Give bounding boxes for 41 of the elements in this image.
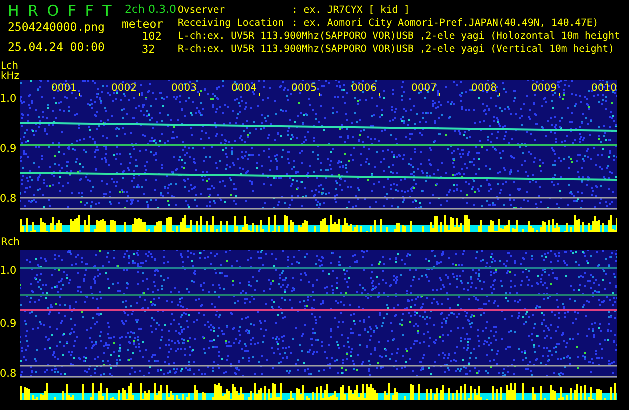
frequency-label: 0.9	[0, 319, 17, 330]
channel-name: Lch	[1, 62, 18, 72]
meteor-count: 32	[142, 44, 156, 56]
time-label: 0010	[592, 83, 617, 94]
info-value: : ex. Aomori City Aomori-Pref.JAPAN(40.49N, 140.47E)	[292, 17, 599, 30]
tick-mark	[79, 93, 80, 96]
frequency-label: 0.8	[0, 369, 17, 380]
file-name: 2504240000.png	[8, 20, 106, 34]
frequency-label: 1.0	[0, 266, 17, 277]
channel-info: L-ch:ex. UV5R 113.900Mhz(SAPPORO VOR)USB ,2-ele yagi (Holozontal 10m height	[178, 30, 620, 43]
time-label: 0005	[292, 83, 317, 94]
time-label: 0004	[232, 83, 257, 94]
info-label: Ovserver	[178, 4, 226, 17]
channel-info: R-ch:ex. UV5R 113.900Mhz(SAPPORO VOR)USB ,2-ele yagi (Vertical 10m height)	[178, 43, 614, 56]
meteor-count: 102	[142, 31, 162, 44]
app-title: H R O F F T	[8, 3, 113, 20]
info-label: Receiving Location	[178, 17, 286, 30]
date-time: 25.04.24 00:00	[8, 40, 106, 54]
frequency-label: 1.0	[0, 94, 17, 105]
counter-label: meteor	[122, 17, 164, 31]
unit-label: kHz	[1, 72, 20, 82]
tick-mark	[499, 93, 500, 96]
time-label: 0001	[52, 83, 77, 94]
time-label: 0007	[412, 83, 437, 94]
info-value: : ex. JR7CYX [ kid ]	[292, 4, 410, 17]
tick-mark	[199, 93, 200, 96]
version-label: 2ch 0.3.0	[125, 3, 177, 17]
time-label: 0008	[472, 83, 497, 94]
time-label: 0006	[352, 83, 377, 94]
time-label: 0003	[172, 83, 197, 94]
frequency-label: 0.8	[0, 194, 17, 205]
time-label: 0002	[112, 83, 137, 94]
tick-mark	[319, 93, 320, 96]
tick-mark	[439, 93, 440, 96]
tick-mark	[379, 93, 380, 96]
frequency-label: 0.9	[0, 144, 17, 155]
tick-mark	[259, 93, 260, 96]
channel-name: Rch	[1, 238, 20, 248]
tick-mark	[559, 93, 560, 96]
tick-mark	[139, 93, 140, 96]
time-label: 0009	[532, 83, 557, 94]
